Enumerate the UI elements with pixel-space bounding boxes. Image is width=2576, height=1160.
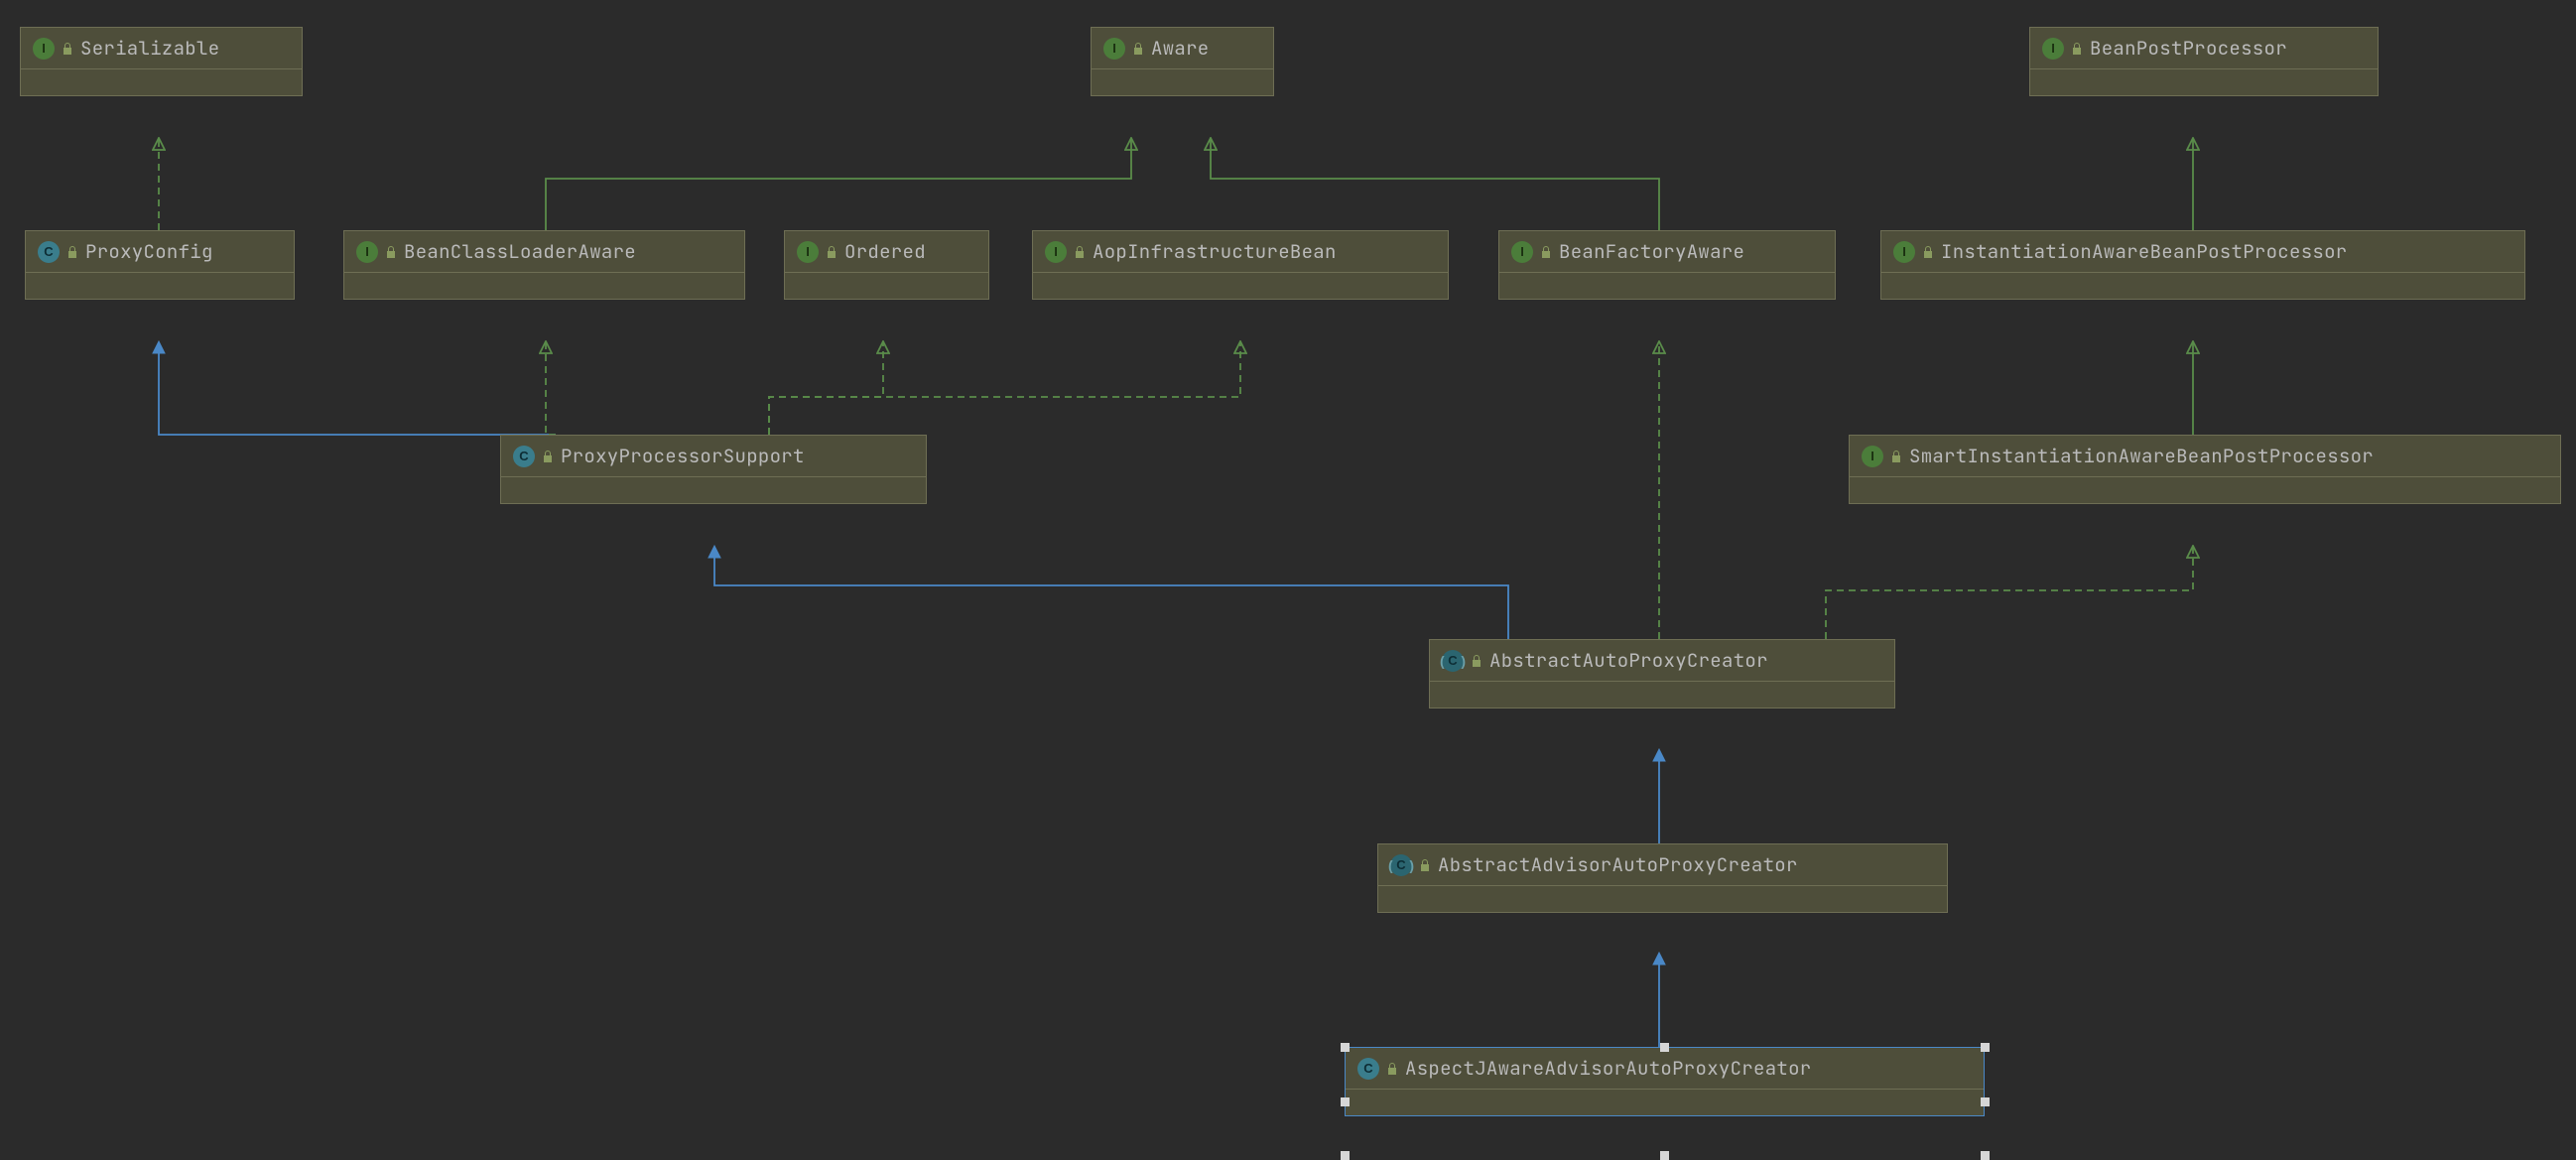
selection-handle[interactable] xyxy=(1660,1043,1669,1052)
lock-icon xyxy=(1470,654,1483,668)
node-label: ProxyConfig xyxy=(85,239,213,264)
node-label: BeanFactoryAware xyxy=(1559,239,1744,264)
node-label: Aware xyxy=(1151,36,1210,61)
node-label: AspectJAwareAdvisorAutoProxyCreator xyxy=(1405,1056,1812,1081)
interface-icon: I xyxy=(356,241,378,263)
interface-icon: I xyxy=(1862,446,1883,467)
node-abstract-auto-proxy-creator[interactable]: C AbstractAutoProxyCreator xyxy=(1429,639,1895,709)
node-label: ProxyProcessorSupport xyxy=(561,444,805,468)
lock-icon xyxy=(1418,858,1432,872)
lock-icon xyxy=(1131,42,1145,56)
node-label: BeanPostProcessor xyxy=(2090,36,2287,61)
selection-handle[interactable] xyxy=(1341,1097,1350,1106)
node-bean-post-processor[interactable]: I BeanPostProcessor xyxy=(2029,27,2379,96)
selection-handle[interactable] xyxy=(1341,1043,1350,1052)
interface-icon: I xyxy=(1511,241,1533,263)
lock-icon xyxy=(65,245,79,259)
node-aspectj-aware-advisor-auto-proxy-creator[interactable]: C AspectJAwareAdvisorAutoProxyCreator xyxy=(1345,1047,1985,1116)
node-label: AbstractAdvisorAutoProxyCreator xyxy=(1438,852,1798,877)
node-label: AbstractAutoProxyCreator xyxy=(1489,648,1768,673)
interface-icon: I xyxy=(1045,241,1067,263)
lock-icon xyxy=(1539,245,1553,259)
lock-icon xyxy=(1073,245,1087,259)
lock-icon xyxy=(61,42,74,56)
node-smart-instantiation-aware-bean-post-processor[interactable]: I SmartInstantiationAwareBeanPostProcess… xyxy=(1849,435,2561,504)
node-ordered[interactable]: I Ordered xyxy=(784,230,989,300)
node-proxy-config[interactable]: C ProxyConfig xyxy=(25,230,295,300)
node-abstract-advisor-auto-proxy-creator[interactable]: C AbstractAdvisorAutoProxyCreator xyxy=(1377,843,1948,913)
node-label: BeanClassLoaderAware xyxy=(404,239,636,264)
lock-icon xyxy=(2070,42,2084,56)
node-proxy-processor-support[interactable]: C ProxyProcessorSupport xyxy=(500,435,927,504)
interface-icon: I xyxy=(1103,38,1125,60)
lock-icon xyxy=(1385,1062,1399,1076)
node-bean-class-loader-aware[interactable]: I BeanClassLoaderAware xyxy=(343,230,745,300)
node-label: SmartInstantiationAwareBeanPostProcessor xyxy=(1909,444,2374,468)
lock-icon xyxy=(825,245,838,259)
node-instantiation-aware-bean-post-processor[interactable]: I InstantiationAwareBeanPostProcessor xyxy=(1880,230,2525,300)
selection-handle[interactable] xyxy=(1341,1151,1350,1160)
node-aop-infrastructure-bean[interactable]: I AopInfrastructureBean xyxy=(1032,230,1449,300)
node-bean-factory-aware[interactable]: I BeanFactoryAware xyxy=(1498,230,1836,300)
interface-icon: I xyxy=(33,38,55,60)
interface-icon: I xyxy=(797,241,819,263)
node-label: AopInfrastructureBean xyxy=(1093,239,1337,264)
node-label: Serializable xyxy=(80,36,219,61)
node-serializable[interactable]: I Serializable xyxy=(20,27,303,96)
abstract-class-icon: C xyxy=(1442,650,1464,672)
node-label: InstantiationAwareBeanPostProcessor xyxy=(1941,239,2348,264)
selection-handle[interactable] xyxy=(1981,1043,1990,1052)
interface-icon: I xyxy=(1893,241,1915,263)
selection-handle[interactable] xyxy=(1981,1151,1990,1160)
class-icon: C xyxy=(513,446,535,467)
diagram-canvas[interactable]: I Serializable I Aware I BeanPostProcess… xyxy=(0,0,2576,1157)
lock-icon xyxy=(1889,450,1903,463)
lock-icon xyxy=(541,450,555,463)
node-aware[interactable]: I Aware xyxy=(1091,27,1274,96)
lock-icon xyxy=(1921,245,1935,259)
selection-handle[interactable] xyxy=(1660,1151,1669,1160)
abstract-class-icon: C xyxy=(1390,854,1412,876)
class-icon: C xyxy=(1357,1058,1379,1080)
class-icon: C xyxy=(38,241,60,263)
selection-handle[interactable] xyxy=(1981,1097,1990,1106)
lock-icon xyxy=(384,245,398,259)
connector-layer xyxy=(0,0,2576,1157)
node-label: Ordered xyxy=(844,239,926,264)
interface-icon: I xyxy=(2042,38,2064,60)
